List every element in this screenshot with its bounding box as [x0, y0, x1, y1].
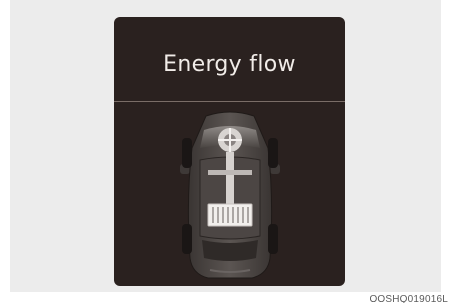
energy-flow-screen: Energy flow: [114, 17, 345, 286]
title-divider: [114, 101, 345, 102]
vehicle-top-view-icon: [180, 111, 280, 279]
screen-title: Energy flow: [163, 52, 296, 77]
page: Energy flow OOSHQ019016L: [0, 0, 451, 303]
image-code-label: OOSHQ019016L: [369, 294, 448, 303]
